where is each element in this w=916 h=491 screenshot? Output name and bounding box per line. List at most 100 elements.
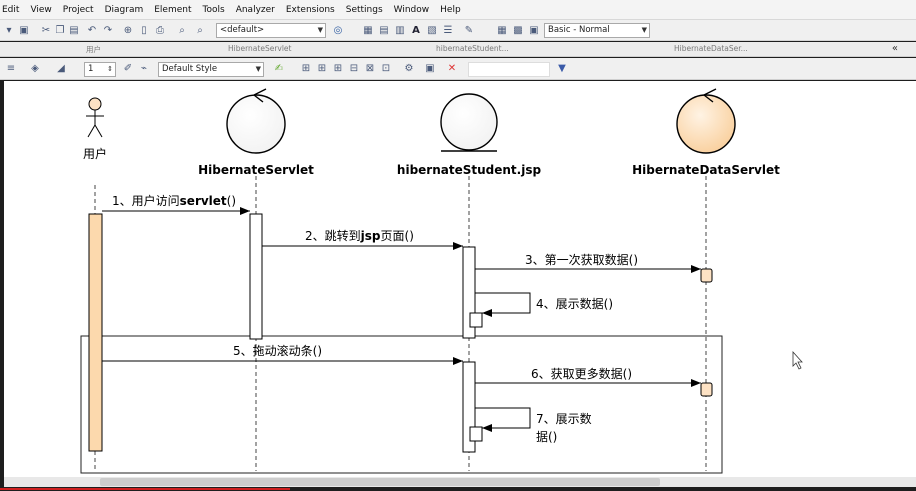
grid-icon[interactable]: ▦: [496, 24, 508, 37]
tab-user[interactable]: 用户: [86, 44, 101, 55]
entity-jsp-icon[interactable]: [440, 93, 498, 152]
align-top-icon[interactable]: ⊟: [348, 62, 360, 75]
activation-jsp-self-1[interactable]: [469, 312, 483, 328]
align-center-icon[interactable]: ⊞: [316, 62, 328, 75]
menu-bar: Edit View Project Diagram Element Tools …: [0, 0, 916, 20]
font-icon[interactable]: A: [410, 24, 422, 37]
actor-user-icon[interactable]: [86, 97, 104, 138]
default-combo[interactable]: <default> ▼: [216, 23, 326, 38]
menu-project[interactable]: Project: [63, 5, 94, 15]
message-label-1: 1、用户访问servlet(): [112, 193, 236, 208]
chevron-down-icon: ▼: [255, 65, 261, 73]
activation-jsp-self-2[interactable]: [469, 426, 483, 442]
align-icon[interactable]: ▤: [378, 24, 390, 37]
diagram-canvas[interactable]: 用户 HibernateServlet hibernateStudent.jsp…: [4, 81, 916, 477]
distribute-icon[interactable]: ⊡: [380, 62, 392, 75]
line-color-icon[interactable]: ◢: [54, 62, 68, 75]
line-width-stepper[interactable]: 1 ⇕: [84, 62, 116, 77]
cut-icon[interactable]: ✂: [40, 24, 52, 37]
lifeline-jsp-label: hibernateStudent.jsp: [397, 163, 542, 177]
page-icon[interactable]: ▯: [138, 24, 150, 37]
view-icon[interactable]: ▣: [528, 24, 540, 37]
message-arrow-4[interactable]: [475, 292, 531, 317]
copy-icon[interactable]: ❐: [54, 24, 66, 37]
menu-diagram[interactable]: Diagram: [105, 5, 144, 15]
message-label-2: 2、跳转到jsp页面(): [305, 228, 414, 243]
note-icon[interactable]: ▥: [394, 24, 406, 37]
default-combo-value: <default>: [220, 25, 265, 35]
message-label-6: 6、获取更多数据(): [531, 366, 632, 381]
menu-settings[interactable]: Settings: [346, 5, 383, 15]
activation-data-2[interactable]: [700, 382, 713, 397]
paint-icon[interactable]: ✎: [462, 24, 476, 37]
message-label-5: 5、拖动滚动条(): [233, 343, 322, 358]
lifeline-data-label: HibernateDataServlet: [632, 163, 780, 177]
mouse-cursor-icon: [792, 350, 803, 370]
menu-edit[interactable]: Edit: [2, 5, 19, 15]
control-servlet-icon[interactable]: [226, 88, 286, 154]
dropdown-arrow-icon[interactable]: ▾: [4, 24, 14, 37]
properties-icon[interactable]: ▣: [424, 62, 436, 75]
main-toolbar: ▾ ▣ ✂ ❐ ▤ ↶ ↷ ⊕ ▯ ⎙ ⌕ ⌕ <default> ▼ ◎ ▦ …: [0, 20, 916, 41]
align-left-icon[interactable]: ⊞: [300, 62, 312, 75]
tools-icon[interactable]: ⚙: [402, 62, 416, 75]
line-width-value: 1: [88, 64, 94, 74]
align-right-icon[interactable]: ⊞: [332, 62, 344, 75]
style-combo[interactable]: Basic - Normal ▼: [544, 23, 650, 38]
horizontal-scrollbar[interactable]: [4, 477, 916, 487]
tab-hibernate-student[interactable]: hibernateStudent...: [436, 44, 509, 53]
highlight-icon[interactable]: ✍: [272, 62, 286, 75]
activation-data-1[interactable]: [700, 268, 713, 283]
search-icon[interactable]: ⌕: [194, 24, 206, 37]
lifeline-servlet-label: HibernateServlet: [198, 163, 314, 177]
message-arrow-7[interactable]: [475, 407, 531, 432]
save-icon[interactable]: ▣: [18, 24, 30, 37]
message-label-7: 7、展示数: [536, 411, 592, 426]
target-icon[interactable]: ◎: [332, 24, 344, 37]
print-icon[interactable]: ⎙: [154, 24, 166, 37]
menu-tools[interactable]: Tools: [203, 5, 225, 15]
lifeline-user-label: 用户: [83, 146, 107, 161]
diagram-style-combo[interactable]: Default Style ▼: [158, 62, 264, 77]
find-icon[interactable]: ⌕: [176, 24, 188, 37]
same-size-icon[interactable]: ⊠: [364, 62, 376, 75]
table-icon[interactable]: ▧: [426, 24, 438, 37]
undo-icon[interactable]: ↶: [86, 24, 98, 37]
paste-icon[interactable]: ▤: [68, 24, 80, 37]
menu-view[interactable]: View: [30, 5, 51, 15]
message-label-4: 4、展示数据(): [536, 296, 613, 311]
tab-hibernate-data-servlet[interactable]: HibernateDataSer...: [674, 44, 748, 53]
interaction-fragment[interactable]: [80, 335, 723, 474]
chevron-down-icon: ▼: [317, 26, 323, 34]
diagram-style-value: Default Style: [162, 64, 218, 74]
fill-color-icon[interactable]: ◈: [28, 62, 42, 75]
collapse-icon[interactable]: «: [892, 43, 898, 54]
format-toolbar: ≡ ◈ ◢ 1 ⇕ ✐ ⌁ Default Style ▼ ✍ ⊞ ⊞ ⊞ ⊟ …: [0, 58, 916, 80]
tab-hibernate-servlet[interactable]: HibernateServlet: [228, 44, 292, 53]
menu-extensions[interactable]: Extensions: [286, 5, 335, 15]
message-label-3: 3、第一次获取数据(): [525, 252, 638, 267]
control-data-servlet-icon[interactable]: [676, 88, 736, 154]
activation-user[interactable]: [88, 213, 103, 452]
menu-element[interactable]: Element: [154, 5, 191, 15]
progress-line: [0, 488, 290, 490]
zoom-icon[interactable]: ⊕: [122, 24, 134, 37]
menu-analyzer[interactable]: Analyzer: [236, 5, 275, 15]
scrollbar-thumb[interactable]: [100, 478, 660, 486]
menu-window[interactable]: Window: [394, 5, 430, 15]
filter-icon[interactable]: ▼: [556, 62, 568, 75]
line-style-icon[interactable]: ≡: [4, 62, 18, 75]
redo-icon[interactable]: ↷: [102, 24, 114, 37]
layout-icon[interactable]: ▦: [362, 24, 374, 37]
delete-icon[interactable]: ✕: [446, 62, 458, 75]
filter-input[interactable]: [468, 62, 550, 77]
brush-icon[interactable]: ✐: [122, 62, 134, 75]
calendar-icon[interactable]: ▩: [512, 24, 524, 37]
list-icon[interactable]: ☰: [442, 24, 454, 37]
activation-servlet[interactable]: [249, 213, 263, 340]
format-painter-icon[interactable]: ⌁: [138, 62, 150, 75]
lifeline-tab-strip: 用户 HibernateServlet hibernateStudent... …: [0, 42, 916, 57]
message-label-7-cont: 据(): [536, 430, 557, 444]
style-combo-value: Basic - Normal: [548, 25, 610, 35]
menu-help[interactable]: Help: [440, 5, 461, 15]
